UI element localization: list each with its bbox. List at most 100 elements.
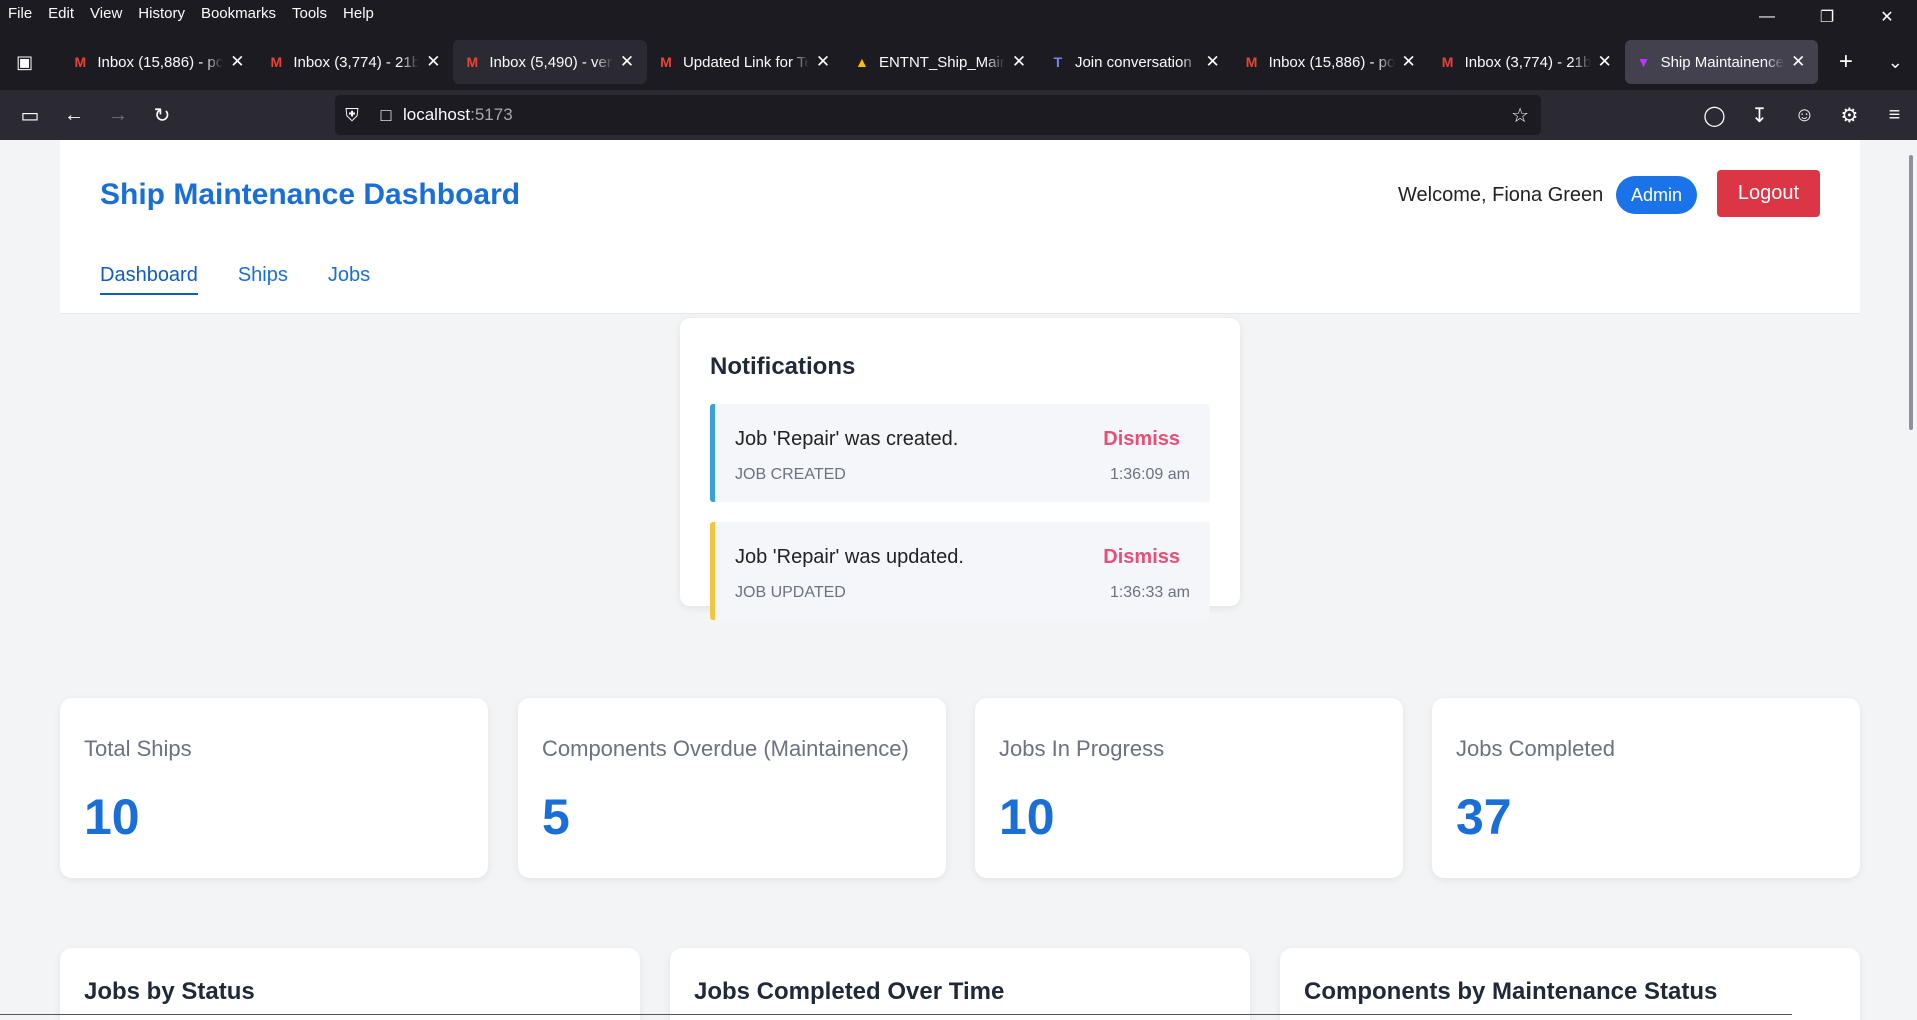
chart-card-jobs-completed-over-time: Jobs Completed Over Time xyxy=(670,948,1250,1020)
vite-icon: ▼ xyxy=(1636,54,1651,70)
close-tab-icon[interactable]: ✕ xyxy=(227,52,247,72)
navigation-toolbar: ▭ ← → ↻ ⛨ □ localhost:5173 ☆ ◯ ↧ ☺ ⚙ ≡ xyxy=(0,90,1917,140)
tab-list-icon[interactable]: ▣ xyxy=(0,38,49,86)
minimize-icon[interactable]: — xyxy=(1737,0,1797,34)
bookmark-star-icon[interactable]: ☆ xyxy=(1511,103,1529,128)
menu-bar: File Edit View History Bookmarks Tools H… xyxy=(0,0,1917,26)
hamburger-menu-icon[interactable]: ≡ xyxy=(1872,95,1917,135)
restore-icon[interactable]: ❐ xyxy=(1797,0,1857,34)
nav-dashboard[interactable]: Dashboard xyxy=(100,264,198,295)
chevron-down-icon[interactable]: ⌄ xyxy=(1874,40,1917,84)
stat-value: 5 xyxy=(542,789,570,845)
stat-label: Jobs In Progress xyxy=(999,736,1165,761)
browser-tab-active[interactable]: ▼ Ship Maintainence ✕ xyxy=(1624,40,1819,84)
app-container: Ship Maintenance Dashboard Welcome, Fion… xyxy=(60,140,1860,1020)
page-viewport: Ship Maintenance Dashboard Welcome, Fion… xyxy=(0,140,1917,1020)
welcome-text: Welcome, Fiona Green xyxy=(1398,184,1604,206)
scrollbar-thumb[interactable] xyxy=(1909,155,1913,430)
dismiss-button[interactable]: Dismiss xyxy=(1103,546,1180,569)
toolbar-right: ◯ ↧ ☺ ⚙ ≡ xyxy=(1692,90,1917,140)
notification-message: Job 'Repair' was updated. xyxy=(735,546,964,568)
stat-card-components-overdue: Components Overdue (Maintainence) 5 xyxy=(518,698,946,878)
forward-icon[interactable]: → xyxy=(96,95,140,135)
stat-value: 37 xyxy=(1456,789,1512,845)
notifications-title: Notifications xyxy=(710,353,856,380)
browser-tab[interactable]: M Inbox (15,886) - po ✕ xyxy=(61,40,257,84)
shield-icon[interactable]: ⛨ xyxy=(335,105,369,126)
tab-label: ENTNT_Ship_Maint xyxy=(878,53,1005,71)
menu-help[interactable]: Help xyxy=(343,5,374,22)
page-icon: □ xyxy=(380,104,392,125)
stat-card-jobs-completed: Jobs Completed 37 xyxy=(1432,698,1860,878)
gmail-icon: M xyxy=(74,54,87,70)
tab-label: Inbox (15,886) - po xyxy=(97,53,224,71)
notification-message: Job 'Repair' was created. xyxy=(735,428,959,450)
notification-item: Job 'Repair' was created. JOB CREATED Di… xyxy=(710,404,1210,502)
stat-label: Total Ships xyxy=(84,736,192,761)
nav-ships[interactable]: Ships xyxy=(238,264,288,295)
browser-tab[interactable]: M Updated Link for Te ✕ xyxy=(647,40,843,84)
browser-tab[interactable]: M Inbox (15,886) - po ✕ xyxy=(1233,40,1429,84)
close-tab-icon[interactable]: ✕ xyxy=(1203,52,1223,72)
menu-file[interactable]: File xyxy=(8,5,32,22)
page-title: Ship Maintenance Dashboard xyxy=(100,178,521,211)
browser-tab[interactable]: ▲ ENTNT_Ship_Maint ✕ xyxy=(843,40,1039,84)
menu-view[interactable]: View xyxy=(90,5,122,22)
nav-jobs[interactable]: Jobs xyxy=(328,264,370,295)
download-icon[interactable]: ↧ xyxy=(1737,95,1782,135)
reload-icon[interactable]: ↻ xyxy=(140,95,184,135)
stat-card-jobs-in-progress: Jobs In Progress 10 xyxy=(975,698,1403,878)
close-tab-icon[interactable]: ✕ xyxy=(1788,52,1808,72)
menu-bookmarks[interactable]: Bookmarks xyxy=(201,5,276,22)
chart-card-components-by-maintenance-status: Components by Maintenance Status xyxy=(1280,948,1860,1020)
account-icon[interactable]: ☺ xyxy=(1782,95,1827,135)
chart-card-jobs-by-status: Jobs by Status xyxy=(60,948,640,1020)
menu-history[interactable]: History xyxy=(138,5,185,22)
role-badge: Admin xyxy=(1616,176,1697,214)
close-tab-icon[interactable]: ✕ xyxy=(1595,52,1615,72)
gmail-icon: M xyxy=(1245,54,1258,70)
google-drive-icon: ▲ xyxy=(855,54,869,70)
close-tab-icon[interactable]: ✕ xyxy=(1399,52,1419,72)
url-port: :5173 xyxy=(470,105,513,124)
url-bar[interactable]: ⛨ □ localhost:5173 ☆ xyxy=(335,95,1541,135)
browser-tab[interactable]: M Inbox (3,774) - 21b ✕ xyxy=(257,40,453,84)
tab-bar: ▣ M Inbox (15,886) - po ✕ M Inbox (3,774… xyxy=(0,38,1917,86)
gmail-icon: M xyxy=(270,54,283,70)
new-tab-icon[interactable]: + xyxy=(1824,40,1867,84)
menu-edit[interactable]: Edit xyxy=(48,5,74,22)
close-tab-icon[interactable]: ✕ xyxy=(617,52,637,72)
logout-button[interactable]: Logout xyxy=(1717,170,1820,217)
main-nav: Dashboard Ships Jobs xyxy=(100,264,410,295)
app-header: Ship Maintenance Dashboard Welcome, Fion… xyxy=(60,140,1860,314)
menu-tools[interactable]: Tools xyxy=(292,5,327,22)
close-tab-icon[interactable]: ✕ xyxy=(813,52,833,72)
chart-title: Jobs by Status xyxy=(84,978,255,1005)
tab-label: Ship Maintainence xyxy=(1660,53,1784,71)
window-controls: — ❐ ✕ xyxy=(1737,0,1917,34)
stat-label: Jobs Completed xyxy=(1456,736,1615,761)
chart-title: Jobs Completed Over Time xyxy=(694,978,1005,1005)
pocket-icon[interactable]: ◯ xyxy=(1692,95,1737,135)
dismiss-button[interactable]: Dismiss xyxy=(1103,428,1180,451)
gmail-icon: M xyxy=(1441,54,1454,70)
tab-label: Inbox (15,886) - po xyxy=(1268,53,1395,71)
chart-title: Components by Maintenance Status xyxy=(1304,978,1718,1005)
close-window-icon[interactable]: ✕ xyxy=(1857,0,1917,34)
tab-label: Join conversation xyxy=(1074,53,1192,71)
extensions-icon[interactable]: ⚙ xyxy=(1827,95,1872,135)
url-host: localhost xyxy=(403,105,471,124)
gmail-icon: M xyxy=(660,54,672,70)
stat-label: Components Overdue (Maintainence) xyxy=(542,736,909,761)
notifications-panel: Notifications Job 'Repair' was created. … xyxy=(680,318,1240,620)
back-icon[interactable]: ← xyxy=(52,95,96,135)
browser-tab[interactable]: T Join conversation ✕ xyxy=(1039,40,1233,84)
teams-icon: T xyxy=(1053,54,1063,70)
sidebar-icon[interactable]: ▭ xyxy=(8,95,52,135)
browser-tab[interactable]: M Inbox (5,490) - ver ✕ xyxy=(453,40,647,84)
stat-value: 10 xyxy=(84,789,140,845)
close-tab-icon[interactable]: ✕ xyxy=(423,52,443,72)
browser-tab[interactable]: M Inbox (3,774) - 21b ✕ xyxy=(1429,40,1625,84)
close-tab-icon[interactable]: ✕ xyxy=(1009,52,1029,72)
notification-item: Job 'Repair' was updated. JOB UPDATED Di… xyxy=(710,522,1210,620)
